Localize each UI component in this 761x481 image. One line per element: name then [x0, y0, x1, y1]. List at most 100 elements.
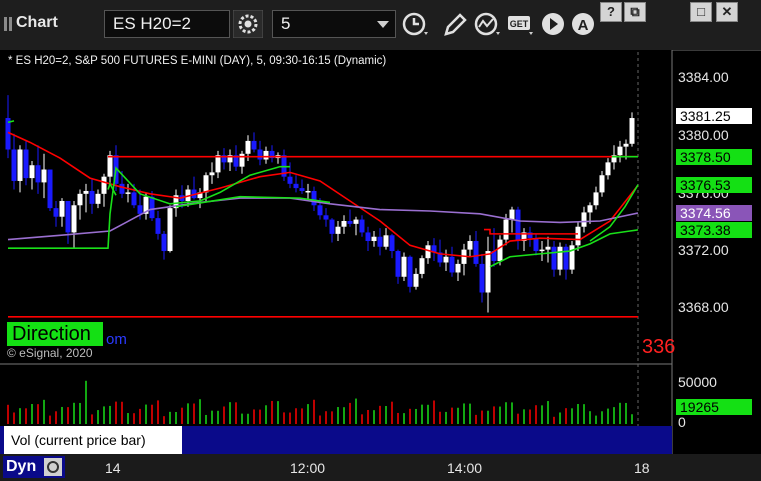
time-tick: 12:00: [290, 460, 326, 476]
time-tick: 18: [634, 460, 650, 476]
green-line-price-box: 3376.53: [676, 177, 752, 193]
candle-body: [539, 249, 545, 252]
candle-body: [587, 205, 593, 213]
candle-body: [407, 256, 413, 287]
price-tick: 3372.00: [678, 242, 729, 258]
candle-body: [23, 149, 29, 179]
window-title: Chart: [16, 14, 58, 31]
candle-body: [239, 153, 245, 167]
candle-body: [413, 273, 419, 287]
candle-body: [257, 149, 263, 160]
candle-body: [623, 143, 629, 147]
candle-body: [311, 190, 317, 206]
candle-body: [101, 176, 107, 194]
symbol-value: ES H20=2: [113, 14, 191, 33]
candle-body: [71, 205, 77, 233]
candle-body: [305, 190, 311, 193]
candle-body: [329, 219, 335, 234]
candle-body: [125, 192, 131, 194]
candle-body: [251, 140, 257, 150]
time-tick: 14: [105, 460, 121, 476]
price-tick: 3368.00: [678, 299, 729, 315]
candle-body: [107, 155, 113, 177]
candle-body: [365, 232, 371, 242]
candle-body: [581, 212, 587, 227]
get-icon[interactable]: GET: [506, 10, 536, 38]
svg-text:GET: GET: [510, 19, 529, 29]
candle-body: [599, 175, 605, 193]
candle-body: [401, 256, 407, 277]
candle-body: [245, 140, 251, 154]
candle-body: [551, 246, 557, 270]
interval-input[interactable]: 5: [272, 10, 396, 38]
help-button[interactable]: ?: [600, 2, 622, 22]
green-line-lower-price-box: 3373.38: [676, 222, 752, 238]
dyn-tab-label: Dyn: [6, 458, 37, 475]
candle-body: [455, 263, 461, 273]
candle-body: [533, 238, 539, 252]
candle-body: [371, 236, 377, 242]
candle-body: [215, 155, 221, 173]
dyn-tab[interactable]: Dyn: [3, 456, 65, 478]
settings-gear-icon[interactable]: [233, 10, 263, 38]
play-icon[interactable]: [538, 10, 568, 38]
pencil-icon[interactable]: [440, 10, 470, 38]
volume-study-label[interactable]: Vol (current price bar): [4, 426, 182, 454]
volume-tick: 0: [678, 414, 686, 430]
maximize-button[interactable]: □: [690, 2, 712, 22]
candle-body: [149, 196, 155, 219]
candle-body: [359, 219, 365, 233]
candle-body: [131, 192, 137, 206]
direction-badge: Direction: [7, 322, 103, 346]
candle-body: [563, 246, 569, 270]
interval-value: 5: [281, 14, 291, 33]
candle-body: [383, 235, 389, 247]
candle-body: [299, 188, 305, 191]
candle-body: [287, 176, 293, 184]
study-icon[interactable]: [472, 10, 502, 38]
candle-body: [95, 193, 101, 204]
candle-body: [449, 256, 455, 273]
candle-body: [467, 241, 473, 250]
candle-body: [155, 218, 161, 234]
candle-body: [509, 209, 515, 220]
close-button[interactable]: ✕: [716, 2, 738, 22]
chevron-down-icon: [377, 21, 389, 28]
last-price-box: 3381.25: [676, 108, 752, 124]
purple-line-price-box: 3374.56: [676, 205, 752, 221]
clock-icon[interactable]: [400, 10, 430, 38]
symbol-input[interactable]: ES H20=2: [104, 10, 230, 38]
candle-body: [41, 169, 47, 183]
candle-body: [167, 208, 173, 252]
candle-body: [89, 190, 95, 204]
right-edge-text: 336: [642, 336, 676, 358]
candle-body: [479, 263, 485, 293]
candle-body: [11, 149, 17, 181]
candle-body: [497, 239, 503, 262]
symbol-description: * ES H20=2, S&P 500 FUTURES E-MINI (DAY)…: [8, 55, 387, 67]
price-tick: 3380.00: [678, 127, 729, 143]
candle-body: [443, 256, 449, 263]
alert-icon[interactable]: A: [568, 10, 598, 38]
candle-body: [65, 200, 71, 233]
candle-body: [617, 146, 623, 156]
candle-body: [353, 219, 359, 224]
candle-body: [77, 193, 83, 206]
candle-body: [59, 200, 65, 217]
candle-body: [515, 209, 521, 242]
candle-body: [395, 251, 401, 277]
candle-body: [335, 226, 341, 234]
candle-body: [503, 219, 509, 240]
grip-icon[interactable]: [4, 17, 14, 31]
candle-body: [263, 150, 269, 160]
restore-button[interactable]: ⧉: [624, 2, 646, 22]
candle-body: [293, 183, 299, 189]
red-line-price-box: 3378.50: [676, 149, 752, 165]
price-chart[interactable]: [0, 50, 761, 454]
candle-body: [557, 246, 563, 270]
svg-text:A: A: [578, 17, 589, 34]
candle-body: [203, 175, 209, 193]
candle-body: [29, 165, 35, 179]
close-study-icon[interactable]: ×: [171, 426, 179, 442]
candle-body: [161, 233, 167, 252]
